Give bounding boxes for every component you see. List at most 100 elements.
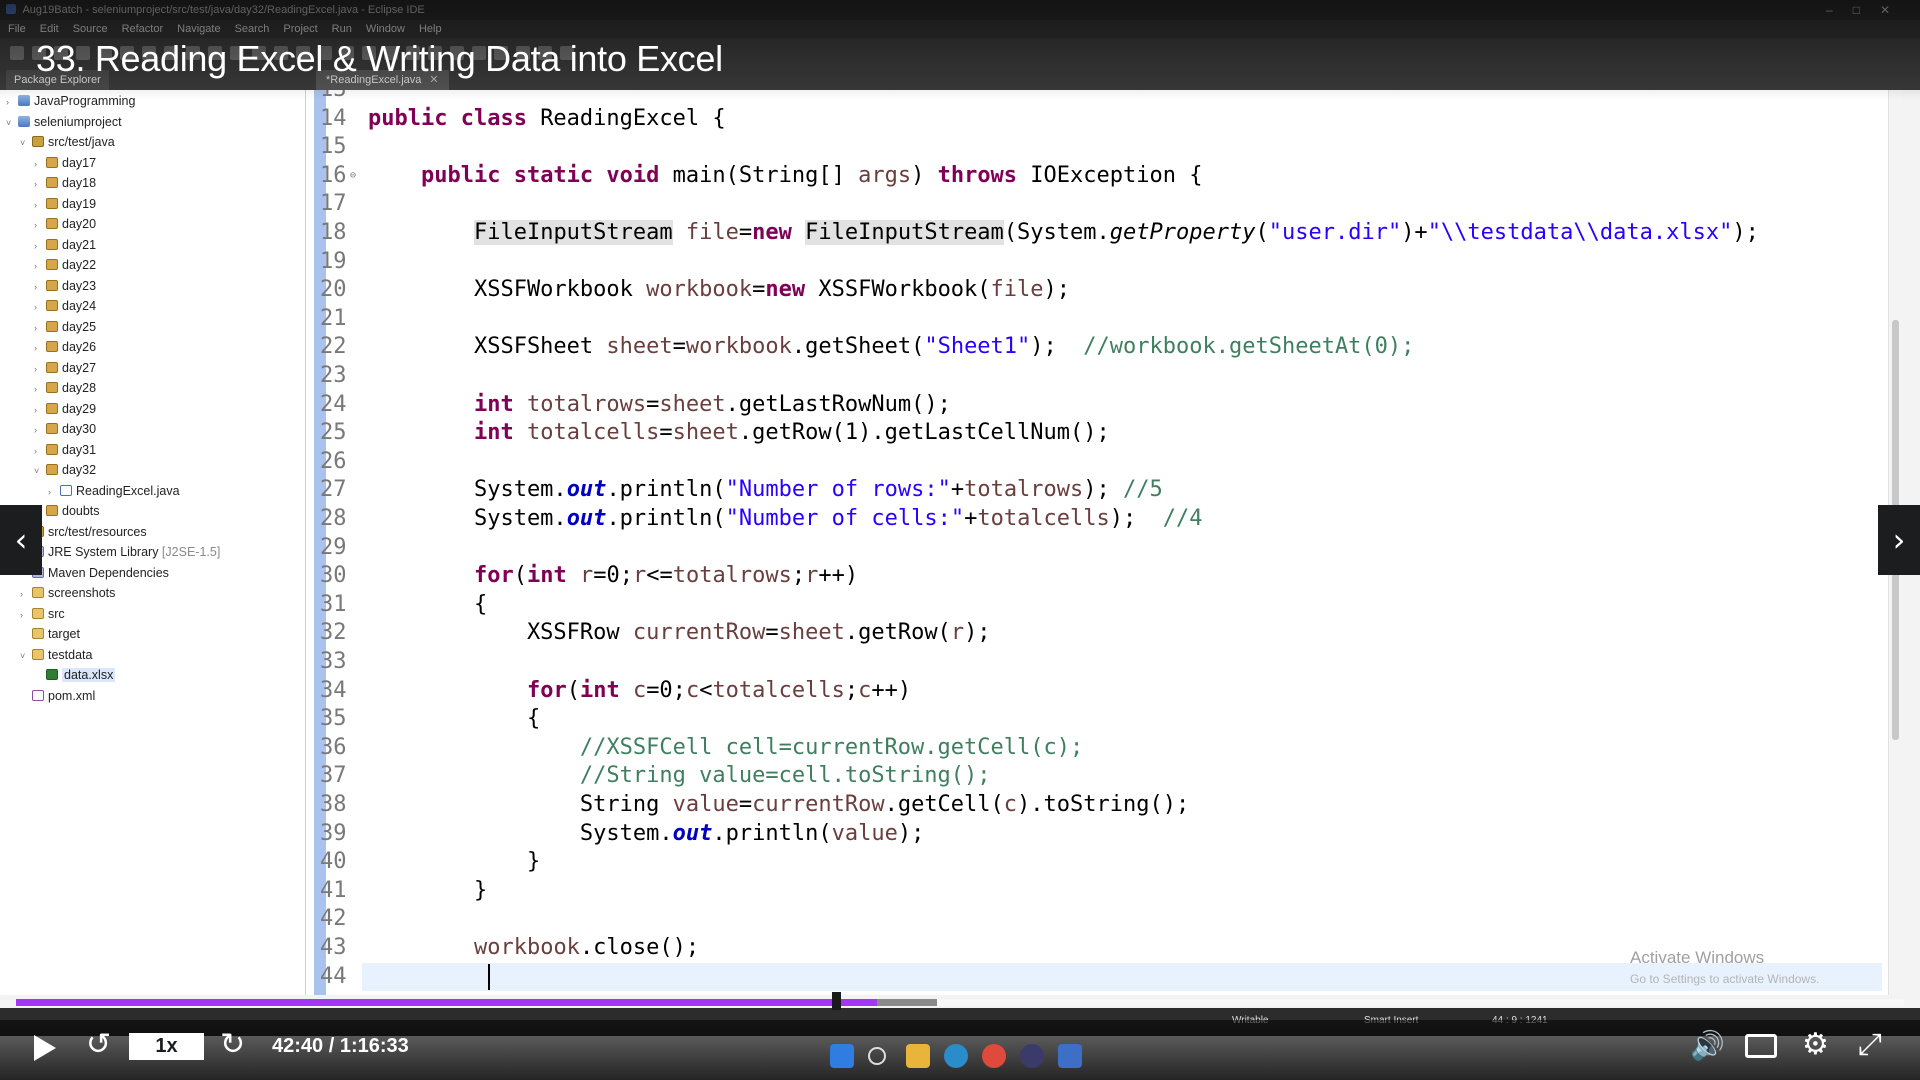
code-line[interactable]: 36 //XSSFCell cell=currentRow.getCell(c)… (320, 734, 1083, 762)
code-line[interactable]: 44 (320, 963, 356, 991)
tree-item[interactable]: › day22 (34, 255, 96, 275)
expand-toggle-icon[interactable]: › (34, 215, 46, 235)
tree-item[interactable]: › day27 (34, 358, 96, 378)
expand-toggle-icon[interactable]: › (34, 338, 46, 358)
code-line[interactable]: 21 (320, 305, 356, 333)
tree-item[interactable]: › screenshots (20, 583, 115, 603)
expand-toggle-icon[interactable]: › (6, 92, 18, 112)
tree-item[interactable]: › day19 (34, 194, 96, 214)
menu-item-file[interactable]: File (8, 23, 26, 35)
code-line[interactable]: 13 (320, 90, 356, 104)
expand-toggle-icon[interactable]: › (20, 584, 32, 604)
code-line[interactable]: 28 System.out.println("Number of cells:"… (320, 505, 1203, 533)
menu-item-search[interactable]: Search (235, 23, 270, 35)
menu-item-navigate[interactable]: Navigate (177, 23, 220, 35)
captions-icon[interactable] (1745, 1034, 1777, 1058)
code-line[interactable]: 39 System.out.println(value); (320, 820, 924, 848)
code-line[interactable]: 25 int totalcells=sheet.getRow(1).getLas… (320, 419, 1110, 447)
code-line[interactable]: 22 XSSFSheet sheet=workbook.getSheet("Sh… (320, 333, 1414, 361)
code-line[interactable]: 17 (320, 190, 356, 218)
expand-toggle-icon[interactable]: ˅ (34, 461, 46, 481)
expand-toggle-icon[interactable]: › (34, 236, 46, 256)
eclipse-taskbar-icon[interactable] (1020, 1044, 1044, 1068)
tree-item[interactable]: data.xlsx (34, 665, 116, 685)
play-button[interactable] (30, 1033, 58, 1063)
tree-item[interactable]: › day17 (34, 153, 96, 173)
expand-toggle-icon[interactable]: › (34, 441, 46, 461)
tree-item[interactable]: › day30 (34, 419, 96, 439)
code-line[interactable]: 23 (320, 362, 356, 390)
tree-item[interactable]: ˅ src/test/java (20, 132, 115, 152)
tree-item[interactable]: ˅ testdata (20, 645, 92, 665)
volume-icon[interactable]: 🔊 (1690, 1031, 1725, 1061)
code-line[interactable]: 40 } (320, 848, 540, 876)
tree-item[interactable]: › ReadingExcel.java (48, 481, 180, 501)
menu-item-run[interactable]: Run (332, 23, 352, 35)
tree-item[interactable]: › day29 (34, 399, 96, 419)
window-controls[interactable]: –□✕ (1826, 0, 1910, 20)
tree-item[interactable]: › day31 (34, 440, 96, 460)
code-line[interactable]: 24 int totalrows=sheet.getLastRowNum(); (320, 391, 951, 419)
code-line[interactable]: 38 String value=currentRow.getCell(c).to… (320, 791, 1189, 819)
code-line[interactable]: 20 XSSFWorkbook workbook=new XSSFWorkboo… (320, 276, 1070, 304)
menu-item-edit[interactable]: Edit (40, 23, 59, 35)
code-line[interactable]: 27 System.out.println("Number of rows:"+… (320, 476, 1163, 504)
toolbar-tool-icon[interactable] (10, 46, 24, 60)
expand-toggle-icon[interactable]: › (48, 482, 60, 502)
tree-item[interactable]: › day24 (34, 296, 96, 316)
tree-item[interactable]: pom.xml (20, 686, 95, 706)
tree-item[interactable]: doubts (34, 501, 100, 521)
tree-item[interactable]: › JavaProgramming (6, 91, 135, 111)
expand-toggle-icon[interactable]: ˅ (20, 646, 32, 666)
expand-toggle-icon[interactable]: › (34, 195, 46, 215)
menu-item-help[interactable]: Help (419, 23, 442, 35)
code-line[interactable]: 33 (320, 648, 356, 676)
code-line[interactable]: 41 } (320, 877, 487, 905)
rewind-icon[interactable]: ↺ (86, 1030, 111, 1060)
speed-button[interactable]: 1x (129, 1033, 204, 1060)
tree-item[interactable]: › day28 (34, 378, 96, 398)
gear-icon[interactable]: ⚙ (1802, 1030, 1829, 1060)
expand-toggle-icon[interactable]: › (34, 400, 46, 420)
code-line[interactable]: 34 for(int c=0;c<totalcells;c++) (320, 677, 911, 705)
tree-item[interactable]: › day21 (34, 235, 96, 255)
code-line[interactable]: 19 (320, 248, 356, 276)
expand-toggle-icon[interactable]: › (34, 256, 46, 276)
search-icon[interactable] (868, 1047, 886, 1065)
tree-item[interactable]: › day25 (34, 317, 96, 337)
code-line[interactable]: 37 //String value=cell.toString(); (320, 762, 991, 790)
expand-toggle-icon[interactable]: › (34, 277, 46, 297)
expand-toggle-icon[interactable]: › (34, 154, 46, 174)
code-line[interactable]: 31 { (320, 591, 487, 619)
expand-toggle-icon[interactable]: › (34, 420, 46, 440)
tree-item[interactable]: Maven Dependencies (20, 563, 169, 583)
chrome-icon[interactable] (982, 1044, 1006, 1068)
code-line[interactable]: 35 { (320, 705, 540, 733)
expand-toggle-icon[interactable]: › (34, 379, 46, 399)
code-line[interactable]: 18 FileInputStream file=new FileInputStr… (320, 219, 1759, 247)
code-line[interactable]: 14 public class ReadingExcel { (320, 105, 726, 133)
tree-item[interactable]: › src (20, 604, 65, 624)
expand-toggle-icon[interactable]: › (34, 359, 46, 379)
tree-item[interactable]: › day23 (34, 276, 96, 296)
chevron-right-icon[interactable]: › (1878, 505, 1920, 575)
code-line[interactable]: 43 workbook.close(); (320, 934, 699, 962)
notepad-icon[interactable] (1058, 1044, 1082, 1068)
menu-item-project[interactable]: Project (283, 23, 317, 35)
expand-toggle-icon[interactable]: › (20, 605, 32, 625)
menu-item-window[interactable]: Window (366, 23, 405, 35)
fold-toggle-icon[interactable]: ⊖ (350, 162, 356, 190)
code-line[interactable]: 29 (320, 534, 356, 562)
tree-item[interactable]: ˅ day32 (34, 460, 96, 480)
code-line[interactable]: 42 (320, 905, 356, 933)
menu-item-refactor[interactable]: Refactor (122, 23, 164, 35)
tree-item[interactable]: JRE System Library [J2SE-1.5] (20, 542, 220, 562)
tree-item[interactable]: › day20 (34, 214, 96, 234)
file-explorer-icon[interactable] (906, 1044, 930, 1068)
progress-handle[interactable] (831, 992, 841, 1010)
code-line[interactable]: 32 XSSFRow currentRow=sheet.getRow(r); (320, 619, 991, 647)
expand-toggle-icon[interactable]: ˅ (6, 113, 18, 133)
menu-item-source[interactable]: Source (73, 23, 108, 35)
edge-icon[interactable] (944, 1044, 968, 1068)
code-line[interactable]: 26 (320, 448, 356, 476)
